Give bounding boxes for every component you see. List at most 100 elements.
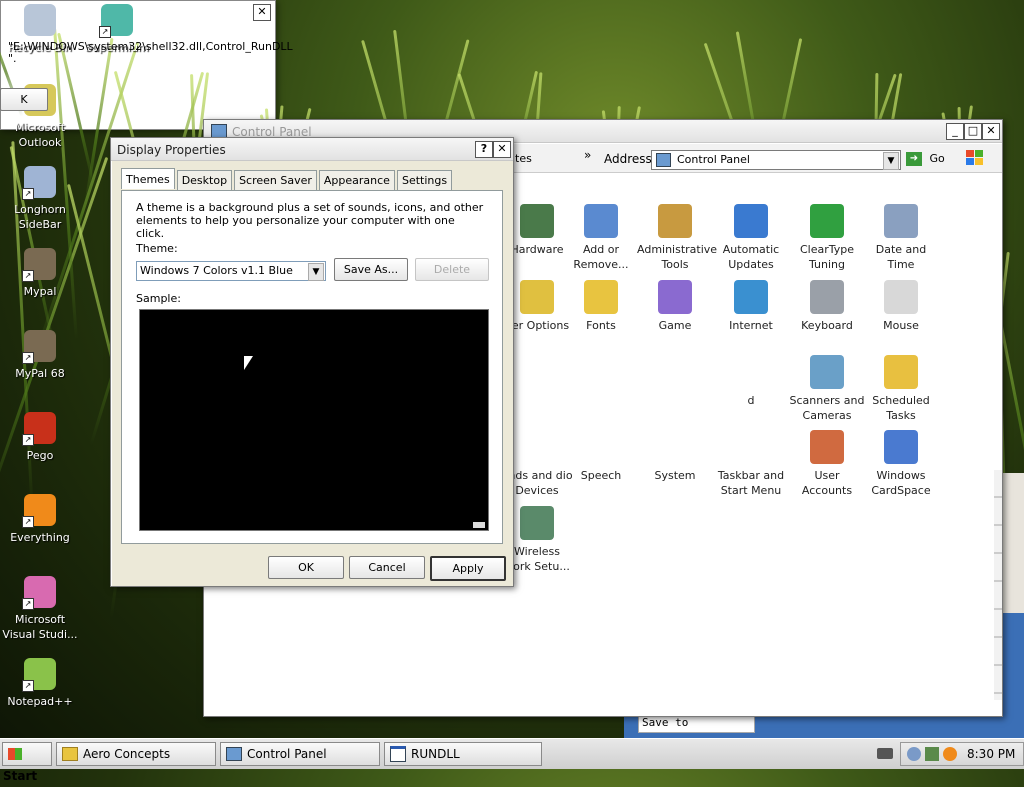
address-dropdown-arrow-icon[interactable]: ▼ (883, 152, 899, 170)
taskbar-button-control-panel[interactable]: Control Panel (220, 742, 380, 766)
control-panel-item-label: Date and Time (875, 243, 927, 271)
control-panel-item[interactable]: Keyboard (789, 280, 865, 333)
start-windows-icon (8, 747, 22, 760)
folder-icon (62, 746, 78, 761)
control-panel-item[interactable]: Mouse (863, 280, 939, 333)
tab-themes[interactable]: Themes (121, 168, 175, 189)
control-panel-item[interactable]: Administrative Tools (637, 204, 717, 272)
control-panel-item[interactable]: Taskbar and Start Menu (713, 430, 789, 498)
theme-dropdown[interactable]: Windows 7 Colors v1.1 Blue ▼ (136, 261, 326, 281)
control-panel-item-label: Fonts (586, 319, 616, 332)
control-panel-item[interactable]: System (637, 430, 713, 483)
minimize-button[interactable]: _ (946, 123, 964, 140)
toolbar-favorites-fragment[interactable]: ites (512, 152, 532, 165)
control-panel-item-icon (584, 430, 618, 464)
control-panel-item-icon (884, 204, 918, 238)
desktop-icon[interactable]: ↗ MyPal 68 (2, 330, 78, 381)
control-panel-item[interactable]: d (713, 355, 789, 408)
control-panel-item[interactable]: ClearType Tuning (789, 204, 865, 272)
tab-appearance[interactable]: Appearance (318, 170, 395, 190)
control-panel-item[interactable]: Windows CardSpace (863, 430, 939, 498)
scrollbar[interactable] (994, 470, 1002, 700)
search-icon[interactable] (943, 747, 957, 761)
theme-label: Theme: (136, 242, 178, 255)
control-panel-item-label: Taskbar and Start Menu (717, 469, 785, 497)
control-panel-item-label: Mouse (883, 319, 919, 332)
toolbar-chevron-icon[interactable]: » (584, 148, 591, 162)
network-icon[interactable] (907, 747, 921, 761)
shortcut-arrow-icon: ↗ (22, 352, 34, 364)
control-panel-item-label: Speech (580, 469, 622, 482)
maximize-button[interactable]: □ (964, 123, 982, 140)
start-button[interactable]: Start (2, 742, 52, 783)
control-panel-item[interactable]: Scanners and Cameras (789, 355, 865, 423)
save-as-button[interactable]: Save As... (334, 258, 408, 281)
tab-strip: Themes Desktop Screen Saver Appearance S… (121, 168, 454, 190)
address-control-panel-icon (656, 153, 671, 167)
close-button[interactable]: ✕ (982, 123, 1000, 140)
control-panel-item-icon (584, 280, 618, 314)
control-panel-item-icon (658, 430, 692, 464)
apply-button[interactable]: Apply (430, 556, 506, 581)
rundll-message-line2: ". (8, 52, 17, 65)
window-icon (390, 745, 406, 762)
control-panel-item-label: d (747, 394, 755, 407)
control-panel-item[interactable]: Scheduled Tasks (863, 355, 939, 423)
background-window-pane (1000, 473, 1024, 613)
clock[interactable]: 8:30 PM (967, 747, 1015, 761)
control-panel-item[interactable]: Add or Remove... (563, 204, 639, 272)
rundll-ok-button[interactable]: K (0, 88, 48, 111)
shortcut-arrow-icon: ↗ (22, 680, 34, 692)
control-panel-item-label: ClearType Tuning (799, 243, 855, 271)
control-panel-item[interactable]: Internet (713, 280, 789, 333)
display-properties-window[interactable]: Display Properties ? ✕ Themes Desktop Sc… (110, 137, 514, 587)
display-properties-titlebar[interactable]: Display Properties ? ✕ (111, 138, 513, 161)
control-panel-item-label: System (654, 469, 696, 482)
desktop-icon[interactable]: ↗ Pego (2, 412, 78, 463)
theme-value: Windows 7 Colors v1.1 Blue (140, 264, 293, 277)
go-arrow-icon: ➜ (906, 152, 922, 166)
taskbar-button-rundll[interactable]: RUNDLL (384, 742, 542, 766)
address-bar[interactable]: Control Panel ▼ (651, 150, 901, 170)
desktop-icon[interactable]: ↗ Mypal (2, 248, 78, 299)
help-button[interactable]: ? (475, 141, 493, 158)
ok-button[interactable]: OK (268, 556, 344, 579)
control-panel-item[interactable]: Game (637, 280, 713, 333)
desktop-icon[interactable]: ↗ Longhorn SideBar (2, 166, 78, 232)
go-button[interactable]: ➜ Go (906, 150, 945, 168)
control-panel-item-icon (810, 280, 844, 314)
desktop-icon[interactable]: ↗ Everything (2, 494, 78, 545)
desktop-icon[interactable]: ↗ Notepad++ (2, 658, 78, 709)
control-panel-item[interactable]: Fonts (563, 280, 639, 333)
speaker-icon[interactable] (925, 747, 939, 761)
control-panel-item[interactable]: Automatic Updates (713, 204, 789, 272)
system-tray: 8:30 PM (900, 742, 1024, 766)
display-properties-title: Display Properties (117, 143, 226, 157)
recycle-bin-icon (24, 4, 56, 36)
control-panel-item[interactable]: Speech (563, 430, 639, 483)
close-button[interactable]: ✕ (493, 141, 511, 158)
control-panel-item-label: Scheduled Tasks (872, 394, 930, 422)
control-panel-item-label: Add or Remove... (573, 243, 629, 271)
control-panel-item-label: Automatic Updates (722, 243, 780, 271)
desktop-icon-label: Longhorn SideBar (14, 203, 66, 231)
control-panel-item-icon (520, 506, 554, 540)
tab-screen-saver[interactable]: Screen Saver (234, 170, 317, 190)
taskbar-button-aero-concepts[interactable]: Aero Concepts (56, 742, 216, 766)
desktop-icon[interactable]: ↗ Microsoft Visual Studi... (2, 576, 78, 642)
tab-settings[interactable]: Settings (396, 170, 453, 190)
keyboard-icon[interactable] (877, 748, 893, 759)
control-panel-item[interactable]: Date and Time (863, 204, 939, 272)
windows-logo-icon (966, 150, 984, 166)
dropdown-arrow-icon[interactable]: ▼ (308, 263, 324, 281)
control-panel-item[interactable]: User Accounts (789, 430, 865, 498)
control-panel-item-label: Game (658, 319, 692, 332)
cancel-button[interactable]: Cancel (349, 556, 425, 579)
control-panel-item-icon (520, 280, 554, 314)
tab-desktop[interactable]: Desktop (176, 170, 233, 190)
rundll-close-button[interactable]: ✕ (253, 4, 271, 21)
shortcut-arrow-icon: ↗ (22, 188, 34, 200)
pego-icon: ↗ (22, 412, 56, 446)
taskbar-label: Control Panel (247, 747, 327, 761)
delete-button[interactable]: Delete (415, 258, 489, 281)
